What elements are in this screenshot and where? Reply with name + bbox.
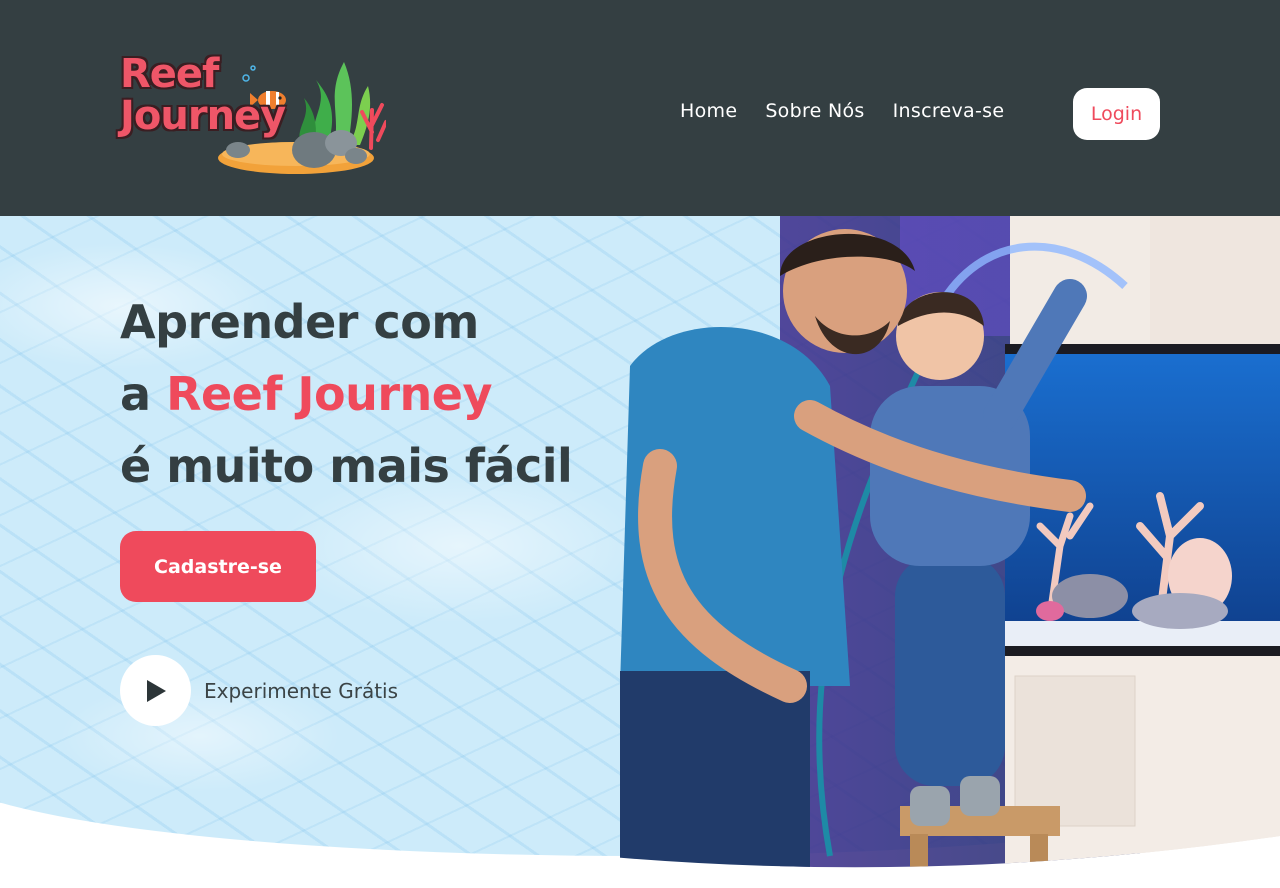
login-button[interactable]: Login — [1073, 88, 1160, 140]
headline-line-3: é muito mais fácil — [120, 439, 573, 493]
cadastre-se-button[interactable]: Cadastre-se — [120, 531, 316, 602]
nav-item-sobre-nos[interactable]: Sobre Nós — [765, 100, 864, 122]
headline-line-1: Aprender com — [120, 295, 479, 349]
logo-line-1: Reef — [120, 51, 219, 97]
site-header: Reef Journey Home Sobre Nós Inscreva-se … — [0, 0, 1280, 216]
hero-section: Aprender com a Reef Journey é muito mais… — [0, 216, 1280, 888]
logo-wordmark: Reef Journey — [120, 51, 286, 139]
nav-item-inscreva-se[interactable]: Inscreva-se — [893, 100, 1005, 122]
play-button[interactable] — [120, 655, 191, 726]
play-icon — [146, 679, 166, 702]
hero-photo-family-aquarium — [620, 216, 1280, 868]
reef-journey-logo[interactable]: Reef Journey — [116, 50, 386, 180]
nav-item-home[interactable]: Home — [680, 100, 737, 122]
experimente-gratis-link[interactable]: Experimente Grátis — [204, 679, 398, 703]
hero-headline: Aprender com a Reef Journey é muito mais… — [120, 286, 600, 502]
headline-brand-accent: Reef Journey — [166, 367, 492, 421]
headline-line-2-prefix: a — [120, 367, 167, 421]
main-nav: Home Sobre Nós Inscreva-se — [680, 100, 1032, 122]
logo-line-2: Journey — [120, 93, 286, 139]
